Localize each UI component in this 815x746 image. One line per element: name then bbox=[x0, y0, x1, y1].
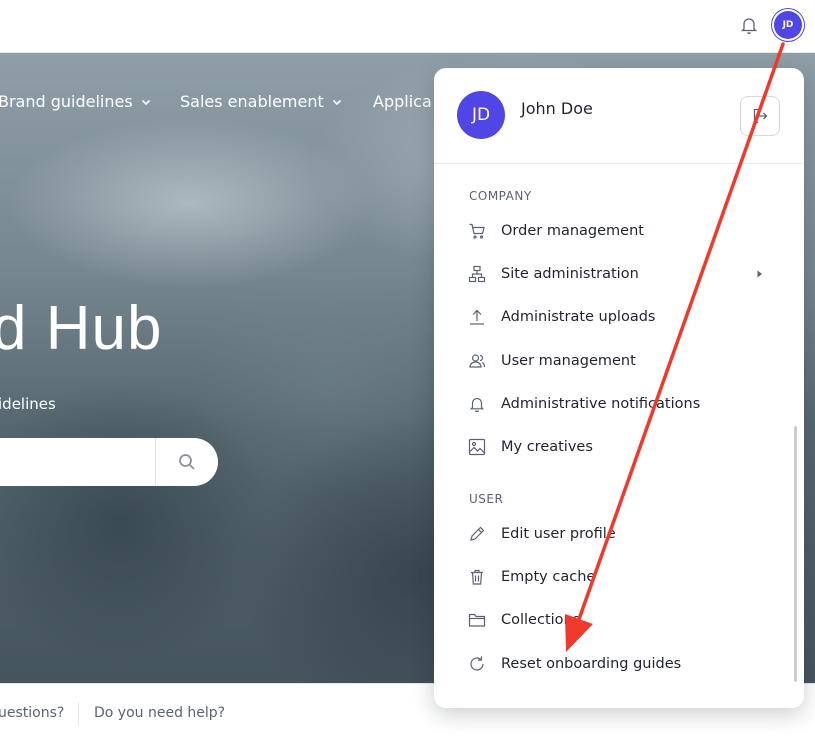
chevron-down-icon bbox=[332, 99, 341, 105]
nav-item-label: Sales enablement bbox=[180, 92, 324, 111]
menu-item-reset-onboarding-guides[interactable]: Reset onboarding guides bbox=[434, 644, 784, 684]
search-button[interactable] bbox=[156, 438, 218, 486]
menu-item-label: User management bbox=[501, 353, 636, 369]
trash-icon bbox=[471, 569, 483, 585]
menu-item-label: Empty cache bbox=[501, 569, 596, 585]
menu-item-label: My creatives bbox=[501, 439, 593, 455]
menu-item-label: Edit user profile bbox=[501, 526, 616, 542]
menu-item-label: Administrate uploads bbox=[501, 309, 656, 325]
pencil-icon bbox=[470, 526, 485, 541]
avatar: JD bbox=[457, 91, 505, 139]
hero-title: d Hub bbox=[0, 294, 163, 363]
refresh-icon bbox=[470, 656, 484, 671]
menu-item-empty-cache[interactable]: Empty cache bbox=[434, 557, 784, 597]
menu-item-label: Site administration bbox=[501, 266, 639, 282]
folder-icon bbox=[468, 613, 486, 627]
user-menu-dropdown: JD John Doe COMPANY Order management Sit… bbox=[434, 68, 804, 708]
menu-item-my-creatives[interactable]: My creatives bbox=[434, 427, 784, 467]
section-label-user: USER bbox=[469, 492, 504, 506]
menu-item-order-management[interactable]: Order management bbox=[434, 211, 784, 251]
sitemap-icon bbox=[468, 265, 486, 283]
chevron-right-icon bbox=[757, 270, 762, 278]
menu-item-site-administration[interactable]: Site administration bbox=[434, 254, 784, 294]
logout-icon bbox=[753, 108, 768, 124]
nav-item-brand-guidelines[interactable]: Brand guidelines bbox=[0, 92, 151, 111]
menu-item-administrative-notifications[interactable]: Administrative notifications bbox=[434, 384, 784, 424]
search-icon bbox=[179, 454, 195, 470]
menu-item-user-management[interactable]: User management bbox=[434, 341, 784, 381]
footer-link-questions[interactable]: uestions? bbox=[0, 705, 64, 721]
menu-item-label: Collections bbox=[501, 612, 581, 628]
menu-item-edit-user-profile[interactable]: Edit user profile bbox=[434, 514, 784, 554]
hero-search bbox=[0, 438, 218, 488]
hero-subtitle: idelines bbox=[0, 395, 56, 413]
nav-item-sales-enablement[interactable]: Sales enablement bbox=[180, 92, 342, 111]
menu-item-collections[interactable]: Collections bbox=[434, 600, 784, 640]
upload-icon bbox=[470, 309, 484, 325]
notification-bell-icon[interactable] bbox=[738, 14, 760, 36]
user-name: John Doe bbox=[521, 99, 593, 118]
bell-icon bbox=[469, 397, 485, 413]
section-label-company: COMPANY bbox=[469, 189, 532, 203]
menu-item-label: Reset onboarding guides bbox=[501, 656, 682, 672]
nav-item-applications[interactable]: Applica bbox=[373, 92, 432, 111]
menu-item-label: Administrative notifications bbox=[501, 396, 701, 412]
footer-divider bbox=[78, 702, 79, 726]
nav-item-label: Brand guidelines bbox=[0, 92, 133, 111]
user-menu-header: JD John Doe bbox=[434, 68, 804, 164]
search-input[interactable] bbox=[4, 438, 153, 488]
menu-item-administrate-uploads[interactable]: Administrate uploads bbox=[434, 297, 784, 337]
logout-button[interactable] bbox=[740, 96, 780, 136]
footer-link-help[interactable]: Do you need help? bbox=[94, 705, 225, 721]
cart-icon bbox=[469, 223, 485, 239]
user-avatar-button[interactable]: JD bbox=[774, 11, 802, 39]
menu-scrollbar[interactable] bbox=[794, 426, 797, 682]
menu-item-label: Order management bbox=[501, 223, 644, 239]
chevron-down-icon bbox=[141, 99, 150, 105]
users-icon bbox=[469, 354, 486, 368]
nav-item-label: Applica bbox=[373, 92, 432, 111]
image-icon bbox=[468, 438, 486, 456]
top-bar: JD bbox=[0, 0, 815, 53]
